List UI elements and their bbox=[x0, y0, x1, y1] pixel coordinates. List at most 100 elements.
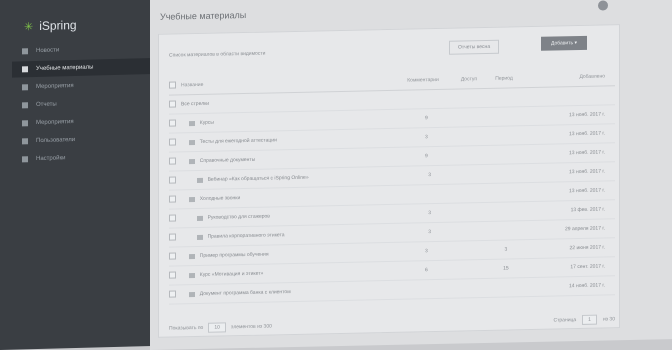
screen: ✳ iSpring Новости Учебные материалы Меро… bbox=[0, 0, 672, 350]
page-of: из 30 bbox=[602, 316, 615, 323]
row-access bbox=[457, 174, 492, 175]
row-title: Курс «Мотивация и этикет» bbox=[199, 270, 264, 278]
content-card: Список материалов в области видимости От… bbox=[158, 24, 620, 338]
row-title: Холодные звонки bbox=[199, 195, 241, 202]
document-icon bbox=[196, 215, 203, 221]
account-icon[interactable] bbox=[598, 0, 608, 11]
calendar-icon bbox=[22, 84, 28, 91]
row-comments: 3 bbox=[424, 248, 428, 255]
row-title: Все стрелки bbox=[181, 100, 210, 108]
app-name: iSpring bbox=[39, 17, 77, 33]
row-title: Курсы bbox=[199, 119, 215, 126]
row-date: 13 нояб. 2017 г. bbox=[569, 149, 605, 157]
logo-mark-icon: ✳ bbox=[24, 20, 34, 33]
sidebar-item-activities[interactable]: Мероприятия bbox=[12, 112, 164, 132]
breadcrumb[interactable]: Список материалов в области видимости bbox=[169, 51, 265, 59]
row-period bbox=[489, 116, 522, 117]
row-title: Правила корпоративного этикета bbox=[207, 232, 285, 240]
row-comments: 3 bbox=[428, 172, 432, 179]
row-date: 14 нояб. 2017 г. bbox=[569, 282, 605, 290]
materials-icon bbox=[22, 66, 28, 73]
sidebar-item-news[interactable]: Новости bbox=[12, 40, 164, 60]
row-access bbox=[454, 136, 489, 137]
row-title: Руководство для стажеров bbox=[207, 213, 270, 221]
row-comments bbox=[399, 194, 454, 195]
row-date: 29 апреля 2017 г. bbox=[565, 225, 605, 233]
row-checkbox[interactable] bbox=[169, 251, 176, 260]
row-title: Документ программа банка с клиентом bbox=[199, 289, 291, 297]
row-title: Пример программы обучения bbox=[199, 251, 269, 259]
column-name[interactable]: Название bbox=[181, 78, 395, 88]
row-checkbox[interactable] bbox=[169, 175, 176, 184]
items-count: элементов из 300 bbox=[230, 323, 272, 331]
row-date: 13 фев. 2017 г. bbox=[570, 206, 605, 214]
page-size-select[interactable]: 10 bbox=[208, 322, 226, 333]
sidebar: ✳ iSpring Новости Учебные материалы Меро… bbox=[0, 0, 172, 350]
row-checkbox[interactable] bbox=[169, 194, 176, 203]
gear-icon bbox=[22, 156, 28, 163]
document-icon bbox=[188, 291, 195, 297]
sidebar-item-users[interactable]: Пользователи bbox=[12, 130, 164, 150]
row-comments: 9 bbox=[424, 115, 428, 122]
row-checkbox[interactable] bbox=[169, 270, 176, 279]
row-title: Тесты для ежегодной аттестации bbox=[199, 137, 277, 145]
sidebar-item-label: Мероприятия bbox=[36, 83, 74, 91]
sidebar-item-label: Новости bbox=[36, 47, 60, 55]
sidebar-item-settings[interactable]: Настройки bbox=[12, 148, 164, 168]
row-date: 17 сент. 2017 г. bbox=[570, 263, 605, 271]
column-access[interactable]: Доступ bbox=[451, 76, 487, 83]
document-icon bbox=[196, 234, 203, 240]
row-comments bbox=[399, 289, 454, 290]
select-all-checkbox[interactable] bbox=[169, 80, 176, 89]
app-logo: ✳ iSpring bbox=[24, 18, 77, 33]
sidebar-item-reports[interactable]: Отчеты bbox=[12, 94, 164, 114]
course-icon bbox=[188, 272, 195, 278]
row-checkbox[interactable] bbox=[169, 99, 176, 108]
row-access bbox=[454, 155, 489, 156]
row-period bbox=[489, 192, 522, 193]
row-period bbox=[489, 154, 522, 155]
row-comments: 9 bbox=[424, 153, 428, 160]
folder-icon bbox=[188, 196, 195, 202]
row-checkbox[interactable] bbox=[169, 118, 176, 127]
row-comments: 3 bbox=[428, 229, 432, 236]
row-checkbox[interactable] bbox=[169, 289, 176, 298]
home-icon bbox=[22, 48, 28, 55]
row-comments bbox=[395, 99, 451, 100]
sidebar-item-label: Учебные материалы bbox=[36, 64, 94, 73]
folder-icon bbox=[188, 158, 195, 164]
sidebar-item-learning-materials[interactable]: Учебные материалы bbox=[12, 57, 164, 78]
row-date: 13 нояб. 2017 г. bbox=[569, 111, 605, 119]
row-comments: 6 bbox=[424, 267, 428, 274]
column-period[interactable]: Период bbox=[487, 75, 521, 82]
row-checkbox[interactable] bbox=[169, 232, 176, 241]
sidebar-item-label: Настройки bbox=[36, 155, 66, 163]
page-number-input[interactable]: 1 bbox=[582, 314, 597, 325]
row-access bbox=[451, 98, 487, 99]
row-date bbox=[521, 95, 615, 97]
column-comments[interactable]: Комментарии bbox=[395, 77, 451, 84]
row-checkbox[interactable] bbox=[169, 213, 176, 222]
row-access bbox=[454, 117, 489, 118]
row-period: 15 bbox=[503, 265, 509, 272]
store-button[interactable]: Отчеты весна bbox=[449, 39, 500, 55]
row-access bbox=[457, 212, 492, 213]
sidebar-nav: Новости Учебные материалы Мероприятия От… bbox=[12, 40, 164, 170]
sidebar-item-label: Пользователи bbox=[36, 137, 76, 145]
user-icon bbox=[22, 138, 28, 145]
page-label: Страница bbox=[553, 317, 577, 324]
row-period bbox=[491, 230, 524, 231]
row-period bbox=[491, 211, 524, 212]
add-button[interactable]: Добавить ▾ bbox=[541, 35, 587, 51]
row-comments: 3 bbox=[428, 210, 432, 217]
column-added[interactable]: Добавлено bbox=[521, 73, 615, 81]
list-icon bbox=[22, 120, 28, 127]
page-title: Учебные материалы bbox=[160, 9, 247, 22]
row-checkbox[interactable] bbox=[169, 137, 176, 146]
show-label: Показывать по bbox=[169, 324, 204, 332]
row-access bbox=[454, 288, 489, 289]
sidebar-item-events[interactable]: Мероприятия bbox=[12, 76, 164, 96]
row-access bbox=[454, 193, 489, 194]
row-checkbox[interactable] bbox=[169, 156, 176, 165]
program-icon bbox=[188, 253, 195, 259]
